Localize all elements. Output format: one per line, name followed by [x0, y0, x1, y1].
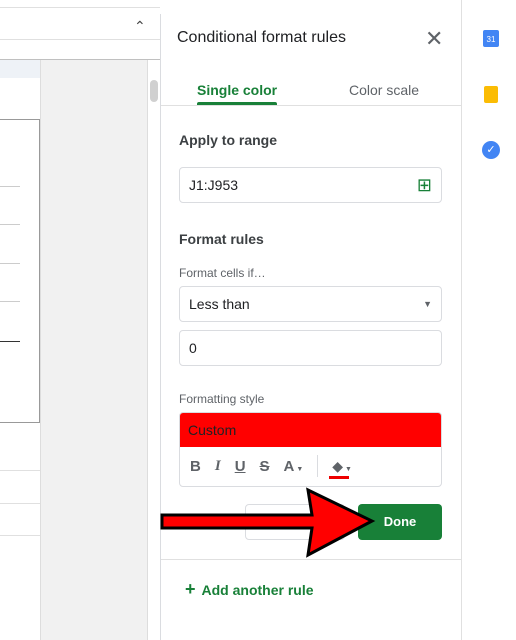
- arrow-shape: [160, 487, 376, 558]
- red-arrow-annotation: [160, 487, 376, 558]
